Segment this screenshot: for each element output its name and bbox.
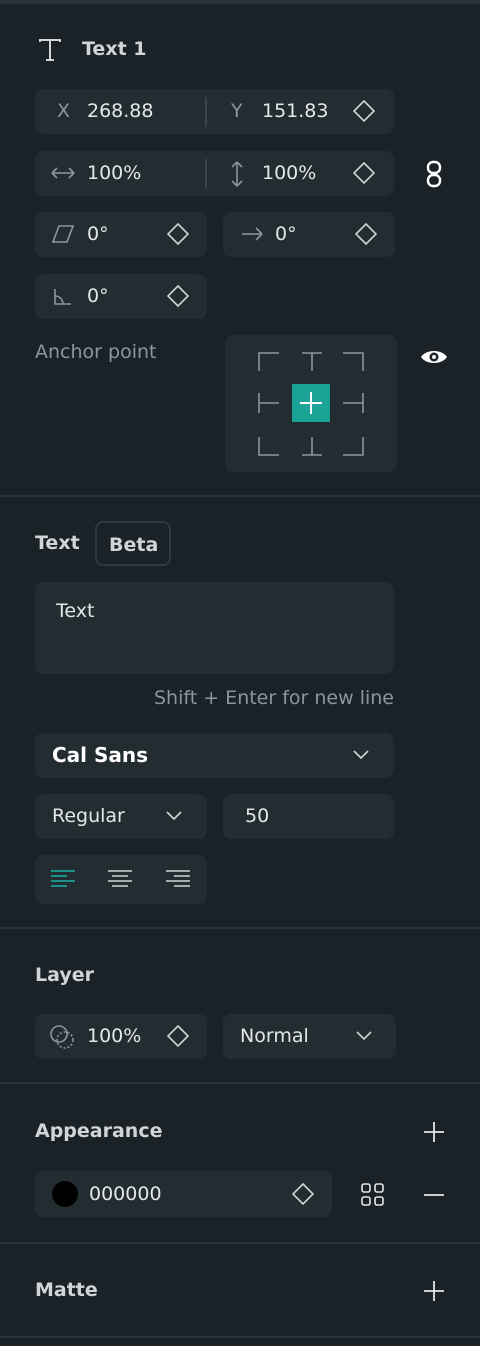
anchor-bottom-center[interactable] (302, 437, 322, 456)
scale-field[interactable]: 100% 100% (35, 151, 394, 196)
text-content-input[interactable]: Text (35, 582, 394, 674)
text-tool-icon (37, 37, 63, 63)
opacity-icon (49, 1024, 77, 1050)
fill-color-field[interactable]: 000000 (35, 1171, 332, 1217)
text-align-group (35, 855, 207, 904)
scale-width-value[interactable]: 100% (87, 162, 141, 184)
rotation-field[interactable]: 0° (223, 212, 395, 257)
text-content-value[interactable]: Text (56, 600, 94, 622)
section-divider (0, 1082, 480, 1084)
matte-section-title: Matte (35, 1279, 98, 1301)
keyframe-diamond-icon[interactable] (167, 285, 189, 307)
font-size-input[interactable]: 50 (223, 794, 394, 839)
opacity-field[interactable]: 100% (35, 1014, 207, 1059)
opacity-value[interactable]: 100% (87, 1025, 141, 1047)
skew-icon (51, 224, 75, 244)
blend-mode-value: Normal (240, 1025, 309, 1047)
appearance-section-title: Appearance (35, 1120, 163, 1142)
field-separator (205, 97, 207, 127)
layer-section-title: Layer (35, 964, 94, 986)
anchor-bottom-right[interactable] (343, 437, 364, 456)
skew-field[interactable]: 0° (35, 212, 207, 257)
rotation-value[interactable]: 0° (275, 223, 297, 245)
scale-height-value[interactable]: 100% (262, 162, 316, 184)
visibility-eye-icon[interactable] (420, 346, 448, 368)
chevron-down-icon (165, 809, 183, 821)
properties-panel: Text 1 X 268.88 Y 151.83 100% 100% 0° 0°… (0, 0, 480, 1346)
new-line-hint: Shift + Enter for new line (154, 687, 394, 709)
layer-title: Text 1 (82, 38, 147, 60)
anchor-point-grid[interactable] (225, 335, 397, 472)
anchor-top-center[interactable] (302, 352, 322, 371)
font-family-value: Cal Sans (52, 743, 149, 767)
section-divider (0, 495, 480, 497)
anchor-point-label: Anchor point (35, 341, 157, 363)
link-chain-icon[interactable] (424, 160, 444, 188)
font-family-select[interactable]: Cal Sans (35, 733, 394, 778)
section-divider (0, 927, 480, 929)
anchor-bottom-left[interactable] (258, 437, 279, 456)
align-right-icon[interactable] (165, 868, 191, 890)
color-swatch[interactable] (52, 1181, 78, 1207)
font-weight-value: Regular (52, 805, 125, 827)
skew-angle-field[interactable]: 0° (35, 274, 207, 319)
section-divider (0, 1242, 480, 1244)
skew-angle-value[interactable]: 0° (87, 285, 109, 307)
x-value[interactable]: 268.88 (87, 100, 153, 122)
keyframe-diamond-icon[interactable] (167, 223, 189, 245)
align-left-icon[interactable] (50, 868, 76, 890)
grid-options-icon[interactable] (361, 1183, 385, 1207)
y-value[interactable]: 151.83 (262, 100, 328, 122)
width-arrow-icon (49, 163, 77, 183)
anchor-middle-left[interactable] (258, 393, 279, 413)
x-label: X (57, 100, 71, 122)
remove-appearance-button[interactable] (423, 1193, 445, 1197)
chevron-down-icon (355, 1029, 373, 1041)
beta-badge: Beta (95, 521, 171, 566)
anchor-middle-right[interactable] (343, 393, 364, 413)
skew-value[interactable]: 0° (87, 223, 109, 245)
y-label: Y (231, 100, 243, 122)
blend-mode-select[interactable]: Normal (223, 1014, 396, 1059)
section-divider (0, 1336, 480, 1338)
right-arrow-icon (239, 224, 265, 244)
position-field[interactable]: X 268.88 Y 151.83 (35, 89, 394, 134)
add-appearance-button[interactable] (423, 1121, 445, 1143)
add-matte-button[interactable] (423, 1280, 445, 1302)
keyframe-diamond-icon[interactable] (355, 223, 377, 245)
keyframe-diamond-icon[interactable] (292, 1183, 314, 1205)
field-separator (205, 159, 207, 189)
beta-badge-label: Beta (109, 534, 159, 556)
top-divider (0, 0, 480, 4)
keyframe-diamond-icon[interactable] (353, 162, 375, 184)
align-center-icon[interactable] (107, 868, 133, 890)
keyframe-diamond-icon[interactable] (353, 100, 375, 122)
text-section-title: Text (35, 532, 80, 554)
fill-hex-value[interactable]: 000000 (89, 1183, 162, 1205)
font-weight-select[interactable]: Regular (35, 794, 207, 839)
height-arrow-icon (227, 159, 247, 189)
chevron-down-icon (352, 748, 370, 760)
angle-icon (51, 286, 73, 308)
anchor-top-left[interactable] (258, 352, 279, 371)
font-size-value[interactable]: 50 (245, 805, 269, 827)
anchor-top-right[interactable] (343, 352, 364, 371)
keyframe-diamond-icon[interactable] (167, 1025, 189, 1047)
